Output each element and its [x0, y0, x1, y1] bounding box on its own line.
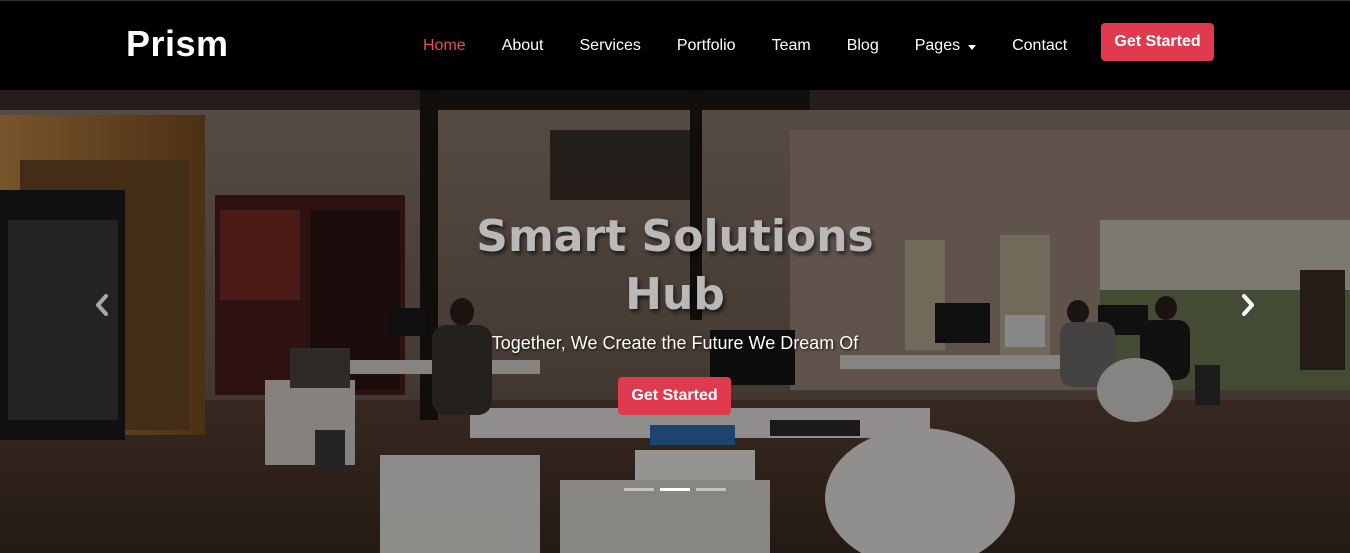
carousel-indicator-3[interactable]: [696, 488, 726, 491]
main-nav: Home About Services Portfolio Team Blog …: [405, 1, 1085, 91]
caret-down-icon: [968, 44, 977, 50]
carousel-indicators: [624, 488, 726, 491]
nav-portfolio[interactable]: Portfolio: [677, 37, 736, 55]
carousel-indicator-2[interactable]: [660, 488, 690, 491]
get-started-hero-button[interactable]: Get Started: [618, 377, 731, 415]
hero-subtitle: Together, We Create the Future We Dream …: [491, 333, 859, 353]
chevron-right-icon: [1242, 294, 1254, 316]
nav-blog[interactable]: Blog: [847, 37, 879, 55]
get-started-nav-button[interactable]: Get Started: [1101, 23, 1214, 61]
carousel-next-button[interactable]: [1228, 290, 1268, 320]
nav-services[interactable]: Services: [580, 37, 641, 55]
page: Prism Home About Services Portfolio Team…: [0, 0, 1350, 553]
carousel-indicator-1[interactable]: [624, 488, 654, 491]
nav-pages-label: Pages: [914, 37, 961, 54]
nav-home[interactable]: Home: [423, 37, 466, 55]
chevron-left-icon: [96, 294, 108, 316]
nav-team[interactable]: Team: [772, 37, 811, 55]
brand-logo[interactable]: Prism: [126, 23, 229, 65]
nav-pages-dropdown[interactable]: Pages: [914, 37, 977, 55]
hero-carousel: Smart Solutions Hub Together, We Create …: [0, 90, 1350, 553]
nav-contact[interactable]: Contact: [1012, 37, 1067, 55]
hero-title: Smart Solutions Hub: [476, 211, 874, 320]
navbar: Prism Home About Services Portfolio Team…: [0, 0, 1350, 90]
carousel-prev-button[interactable]: [82, 290, 122, 320]
nav-about[interactable]: About: [502, 37, 544, 55]
